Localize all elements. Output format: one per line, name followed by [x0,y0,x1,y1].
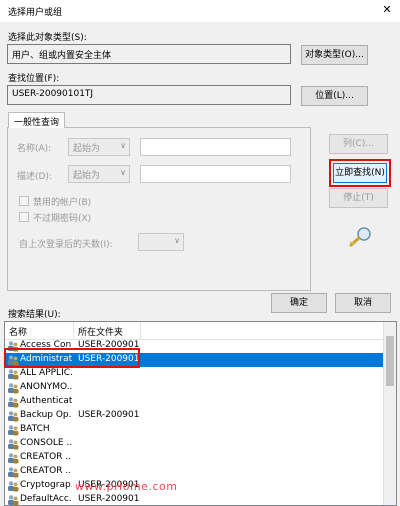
user-group-icon [8,397,19,408]
magnifier-icon [349,227,371,247]
table-row[interactable]: ALL APPLIC... [5,367,385,381]
search-results-label: 搜索结果(U): [8,310,61,320]
object-type-field: 用户、组或内置安全主体 [7,44,291,64]
table-row[interactable]: DefaultAcc... USER-200901... [5,493,385,505]
row-name: Authenticat... [20,396,72,406]
name-match-combo: 起始为 ∨ [68,138,130,156]
window-title: 选择用户或组 [8,8,63,18]
row-name: ANONYMO... [20,382,72,392]
name-label: 名称(A): [17,144,52,154]
days-since-logon-combo: ∨ [138,233,184,251]
location-label: 查找位置(F): [8,74,60,84]
days-since-logon-label: 自上次登录后的天数(I): [19,240,113,250]
chevron-down-icon: ∨ [120,168,126,177]
user-group-icon [8,495,19,505]
close-icon[interactable]: ✕ [380,3,394,17]
user-group-icon [8,453,19,464]
row-folder: USER-200901... [78,494,140,504]
name-input [140,138,291,156]
name-match-value: 起始为 [73,144,101,154]
row-name: Backup Op... [20,410,72,420]
chevron-down-icon: ∨ [174,236,180,245]
scrollbar-thumb[interactable] [386,336,394,386]
row-name: BATCH [20,424,50,434]
description-input [140,165,291,183]
row-name: ALL APPLIC... [20,368,72,378]
row-name: DefaultAcc... [20,494,72,504]
table-row[interactable]: CONSOLE ... [5,437,385,451]
non-expiring-password-label: 不过期密码(X) [33,214,92,224]
object-type-label: 选择此对象类型(S): [8,33,87,43]
disabled-accounts-label: 禁用的帐户(B) [33,198,92,208]
vertical-scrollbar[interactable] [383,322,396,505]
description-label: 描述(D): [17,172,52,182]
find-now-highlight [329,159,391,187]
user-group-icon [8,411,19,422]
user-group-icon [8,383,19,394]
column-divider [73,322,74,339]
row-folder: USER-200901... [78,410,140,420]
selected-row-highlight [4,348,140,368]
ok-button[interactable]: 确定 [271,293,327,313]
table-row[interactable]: Authenticat... [5,395,385,409]
row-name: CREATOR ... [20,466,72,476]
chevron-down-icon: ∨ [120,141,126,150]
table-row[interactable]: Cryptograp...USER-200901... [5,479,385,493]
object-types-button[interactable]: 对象类型(O)... [301,45,368,65]
locations-button[interactable]: 位置(L)... [301,86,368,106]
stop-button: 停止(T) [329,188,388,208]
row-name: Cryptograp... [20,480,72,490]
table-row[interactable]: Backup Op... USER-200901... [5,409,385,423]
columns-button: 列(C)... [329,134,388,154]
user-group-icon [8,439,19,450]
non-expiring-password-checkbox [19,212,29,222]
column-header-name[interactable]: 名称 [9,325,27,338]
results-header: 名称 所在文件夹 [5,322,385,340]
location-field: USER-20090101TJ [7,85,291,105]
disabled-accounts-checkbox [19,196,29,206]
table-row[interactable]: CREATOR ... [5,465,385,479]
description-match-value: 起始为 [73,171,101,181]
user-group-icon [8,369,19,380]
column-divider [140,322,141,339]
user-group-icon [8,481,19,492]
row-name: CREATOR ... [20,452,72,462]
table-row[interactable]: ANONYMO... [5,381,385,395]
tab-general-query[interactable]: 一般性查询 [8,112,66,128]
row-name: CONSOLE ... [20,438,72,448]
table-row[interactable]: CREATOR ... [5,451,385,465]
table-row[interactable]: BATCH [5,423,385,437]
column-header-folder[interactable]: 所在文件夹 [78,325,123,338]
cancel-button[interactable]: 取消 [335,293,391,313]
description-match-combo: 起始为 ∨ [68,165,130,183]
watermark: www.pHome.com [75,480,178,493]
user-group-icon [8,425,19,436]
user-group-icon [8,467,19,478]
